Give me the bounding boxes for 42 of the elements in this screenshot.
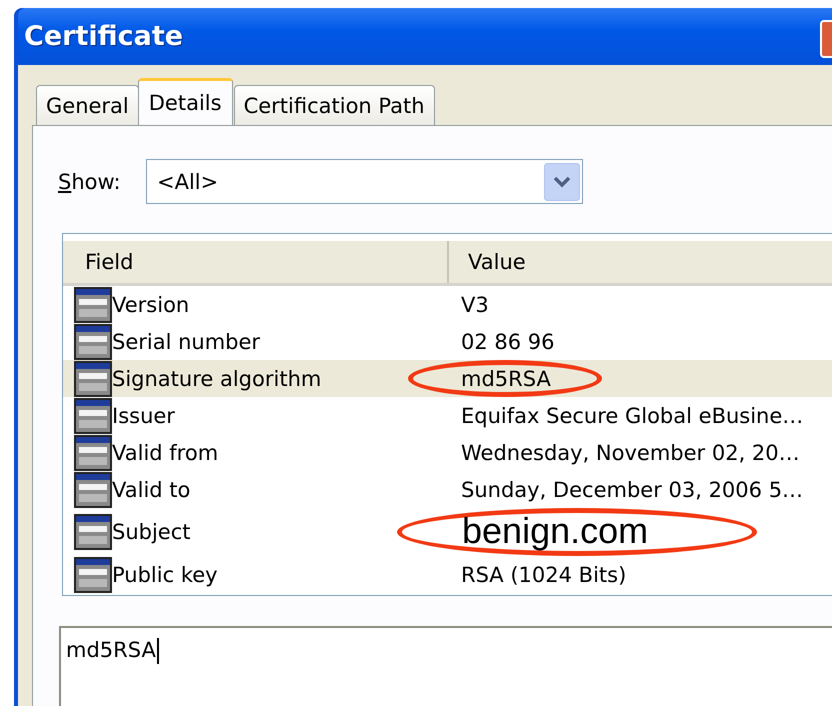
field-value: Wednesday, November 02, 20… xyxy=(461,440,800,464)
field-name: Subject xyxy=(112,520,192,544)
list-row[interactable]: Signature algorithm md5RSA xyxy=(63,360,832,397)
field-icon xyxy=(74,514,112,550)
field-name: Issuer xyxy=(112,404,176,428)
list-row[interactable]: Valid from Wednesday, November 02, 20… xyxy=(63,434,832,471)
field-name: Valid from xyxy=(112,440,220,464)
field-value: md5RSA xyxy=(461,366,551,390)
field-icon xyxy=(74,434,112,470)
field-value: RSA (1024 Bits) xyxy=(461,562,626,586)
field-icon xyxy=(74,398,112,434)
column-header[interactable]: Field xyxy=(63,241,449,283)
field-name: Serial number xyxy=(112,330,262,354)
list-row[interactable]: Serial number 02 86 96 xyxy=(63,323,832,360)
list-row[interactable]: Issuer Equifax Secure Global eBusine… xyxy=(63,397,832,434)
column-header[interactable]: Value xyxy=(449,241,526,283)
field-name: Signature algorithm xyxy=(112,366,322,390)
field-icon xyxy=(74,360,112,396)
field-icon xyxy=(74,324,112,360)
field-icon xyxy=(74,286,112,322)
show-label: Show: xyxy=(58,170,122,194)
window-title: Certificate xyxy=(24,21,184,52)
field-value: V3 xyxy=(461,292,489,316)
detail-text-area[interactable]: md5RSA xyxy=(59,626,832,706)
list-row[interactable]: Valid to Sunday, December 03, 2006 5… xyxy=(63,471,832,508)
list-row[interactable]: Subject benign.com xyxy=(63,508,832,556)
tab[interactable]: General xyxy=(36,85,139,125)
field-value: Sunday, December 03, 2006 5… xyxy=(461,478,804,502)
field-name: Version xyxy=(112,292,190,316)
field-value: Equifax Secure Global eBusine… xyxy=(461,404,804,428)
tab[interactable]: Details xyxy=(138,78,233,125)
field-icon xyxy=(74,556,112,592)
list-row[interactable]: Public key RSA (1024 Bits) xyxy=(63,556,832,593)
field-name: Public key xyxy=(112,562,219,586)
list-row[interactable]: Version V3 xyxy=(63,286,832,323)
tab[interactable]: Certification Path xyxy=(234,85,435,125)
show-dropdown[interactable]: <All> xyxy=(146,159,583,204)
field-value: 02 86 96 xyxy=(461,330,555,354)
annotation-text: benign.com xyxy=(462,511,648,551)
field-icon xyxy=(74,472,112,508)
field-name: Valid to xyxy=(112,478,192,502)
detail-text: md5RSA xyxy=(66,638,156,662)
